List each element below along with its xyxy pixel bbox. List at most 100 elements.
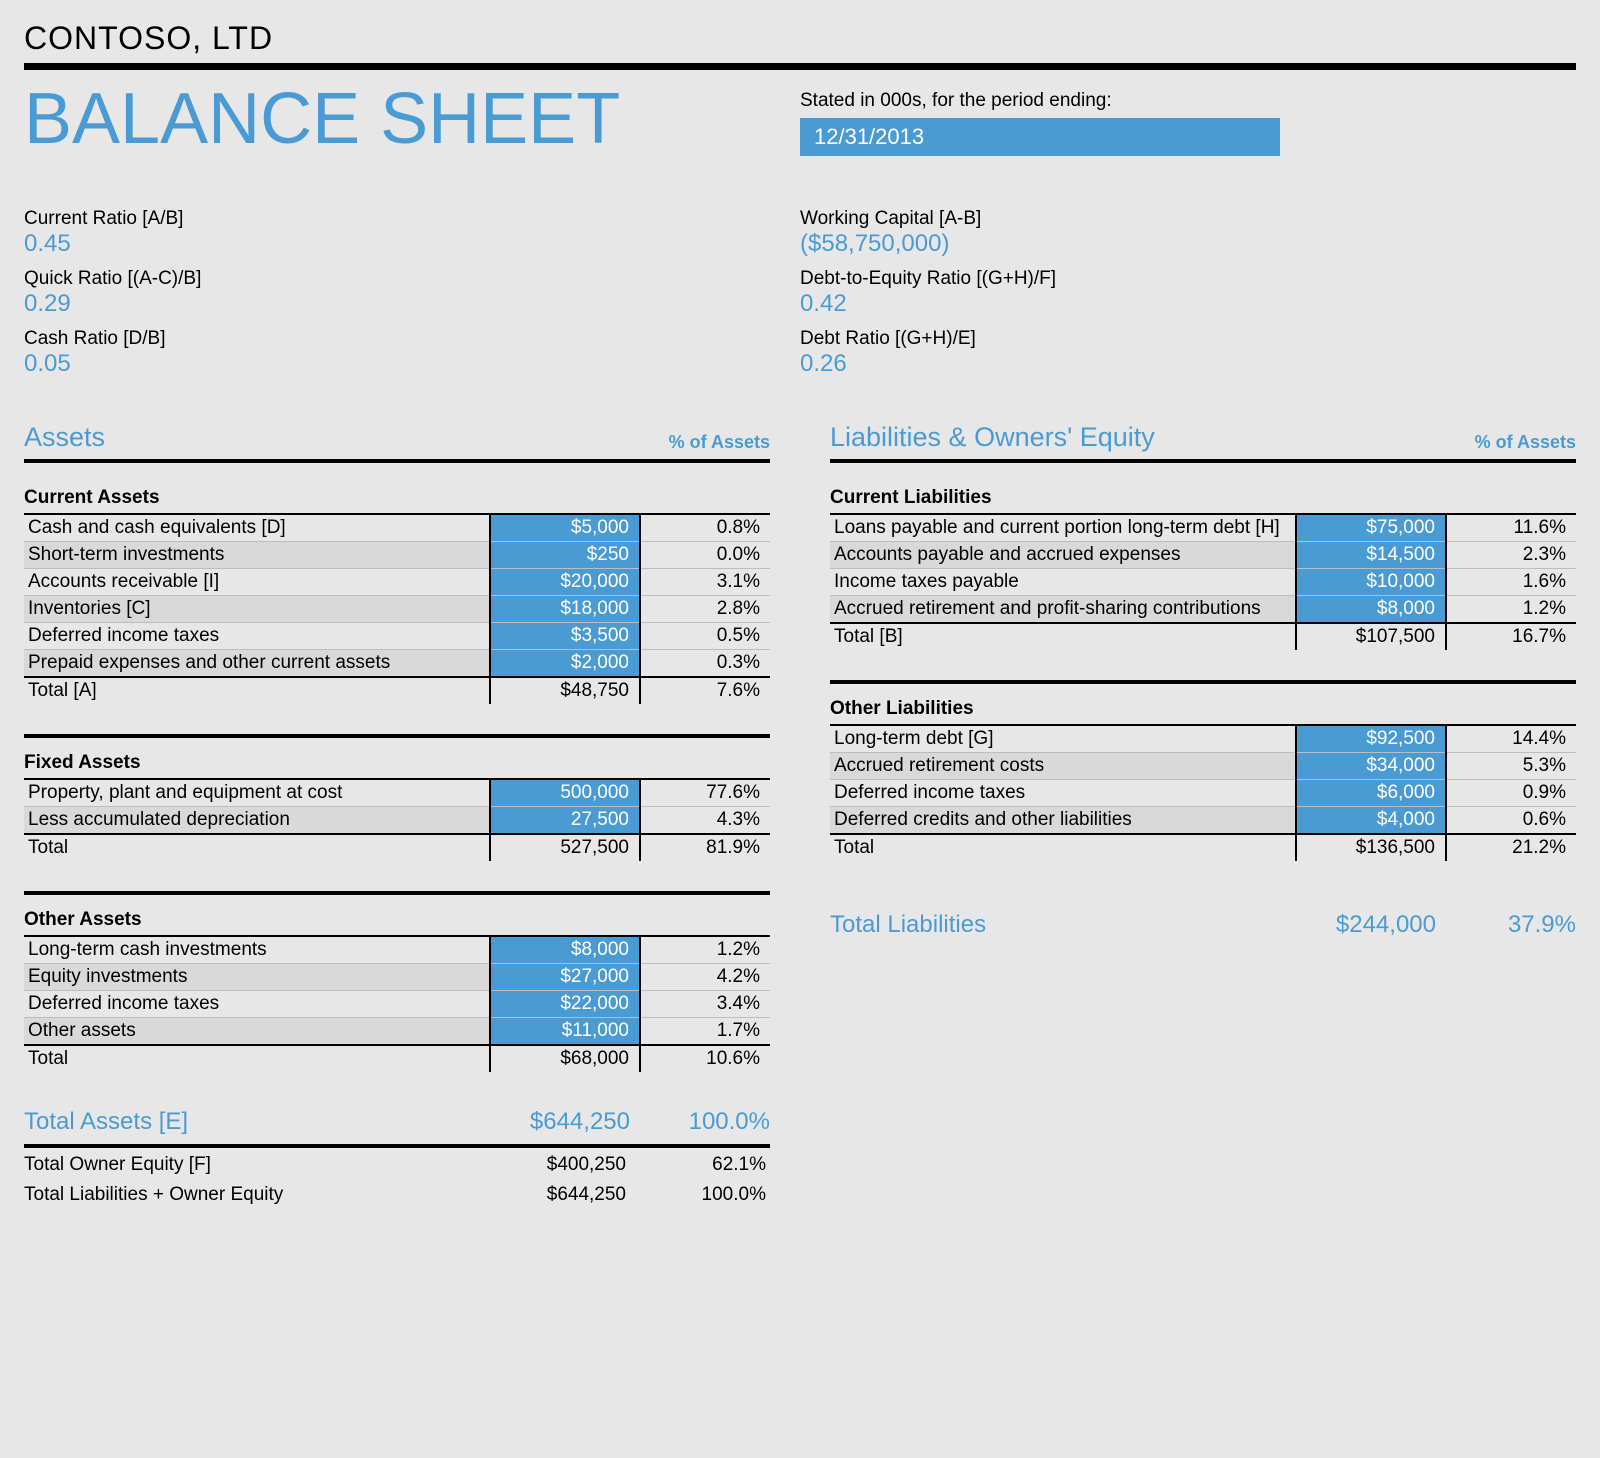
row-label: Short-term investments bbox=[24, 541, 490, 568]
group-title: Fixed Assets bbox=[24, 746, 770, 779]
row-percent: 0.6% bbox=[1446, 806, 1576, 834]
row-amount[interactable]: $27,000 bbox=[490, 963, 640, 990]
table-row: Less accumulated depreciation27,5004.3% bbox=[24, 806, 770, 834]
ratio-value: 0.29 bbox=[24, 290, 800, 318]
row-amount[interactable]: $2,000 bbox=[490, 649, 640, 677]
row-percent: 14.4% bbox=[1446, 725, 1576, 753]
pct-of-assets-label: % of Assets bbox=[1475, 432, 1576, 453]
row-label: Prepaid expenses and other current asset… bbox=[24, 649, 490, 677]
row-percent: 1.6% bbox=[1446, 568, 1576, 595]
ratio-block: Debt Ratio [(G+H)/E]0.26 bbox=[800, 328, 1576, 378]
row-amount[interactable]: $10,000 bbox=[1296, 568, 1446, 595]
row-label: Other assets bbox=[24, 1017, 490, 1045]
row-percent: 0.0% bbox=[640, 541, 770, 568]
row-amount[interactable]: $92,500 bbox=[1296, 725, 1446, 753]
row-amount[interactable]: $5,000 bbox=[490, 514, 640, 542]
row-amount[interactable]: 27,500 bbox=[490, 806, 640, 834]
table-row: Cash and cash equivalents [D]$5,0000.8% bbox=[24, 514, 770, 542]
row-percent: 0.9% bbox=[1446, 779, 1576, 806]
row-percent: 1.2% bbox=[640, 936, 770, 964]
table-row: Short-term investments$2500.0% bbox=[24, 541, 770, 568]
ratio-label: Quick Ratio [(A-C)/B] bbox=[24, 268, 800, 290]
total-assets-amount: $644,250 bbox=[410, 1108, 630, 1136]
group-title: Current Assets bbox=[24, 481, 770, 514]
row-label: Less accumulated depreciation bbox=[24, 806, 490, 834]
row-percent: 3.4% bbox=[640, 990, 770, 1017]
row-label: Accrued retirement and profit-sharing co… bbox=[830, 595, 1296, 623]
row-percent: 4.2% bbox=[640, 963, 770, 990]
table-row: Loans payable and current portion long-t… bbox=[830, 514, 1576, 542]
row-percent: 0.5% bbox=[640, 622, 770, 649]
table-row: Income taxes payable$10,0001.6% bbox=[830, 568, 1576, 595]
section-divider bbox=[24, 891, 770, 895]
total-label: Total [A] bbox=[24, 677, 490, 704]
group-table: Fixed AssetsProperty, plant and equipmen… bbox=[24, 746, 770, 861]
row-label: Long-term cash investments bbox=[24, 936, 490, 964]
table-row: Long-term cash investments$8,0001.2% bbox=[24, 936, 770, 964]
group-total-row: Total [A]$48,7507.6% bbox=[24, 677, 770, 704]
ratio-value: 0.42 bbox=[800, 290, 1576, 318]
group-table: Current LiabilitiesLoans payable and cur… bbox=[830, 481, 1576, 650]
row-amount[interactable]: $14,500 bbox=[1296, 541, 1446, 568]
row-label: Accrued retirement costs bbox=[830, 752, 1296, 779]
total-label: Total bbox=[24, 834, 490, 861]
total-liabilities-label: Total Liabilities bbox=[830, 911, 1216, 939]
page-title: BALANCE SHEET bbox=[24, 82, 800, 158]
table-row: Deferred income taxes$3,5000.5% bbox=[24, 622, 770, 649]
group-total-row: Total$136,50021.2% bbox=[830, 834, 1576, 861]
group-total-row: Total$68,00010.6% bbox=[24, 1045, 770, 1072]
total-assets-pct: 100.0% bbox=[630, 1108, 770, 1136]
row-percent: 11.6% bbox=[1446, 514, 1576, 542]
row-amount[interactable]: $75,000 bbox=[1296, 514, 1446, 542]
table-row: Other assets$11,0001.7% bbox=[24, 1017, 770, 1045]
period-label: Stated in 000s, for the period ending: bbox=[800, 90, 1576, 112]
group-table: Current AssetsCash and cash equivalents … bbox=[24, 481, 770, 704]
row-amount[interactable]: $8,000 bbox=[490, 936, 640, 964]
ratio-label: Debt-to-Equity Ratio [(G+H)/F] bbox=[800, 268, 1576, 290]
ratio-block: Quick Ratio [(A-C)/B]0.29 bbox=[24, 268, 800, 318]
group-title: Current Liabilities bbox=[830, 481, 1576, 514]
ratio-value: 0.45 bbox=[24, 230, 800, 258]
ratio-value: 0.05 bbox=[24, 350, 800, 378]
row-label: Long-term debt [G] bbox=[830, 725, 1296, 753]
group-total-row: Total [B]$107,50016.7% bbox=[830, 623, 1576, 650]
row-percent: 3.1% bbox=[640, 568, 770, 595]
footer-percent: 62.1% bbox=[626, 1154, 766, 1176]
row-amount[interactable]: $22,000 bbox=[490, 990, 640, 1017]
table-row: Accrued retirement costs$34,0005.3% bbox=[830, 752, 1576, 779]
period-value[interactable]: 12/31/2013 bbox=[800, 118, 1280, 156]
ratio-value: 0.26 bbox=[800, 350, 1576, 378]
row-label: Accounts receivable [I] bbox=[24, 568, 490, 595]
total-label: Total bbox=[24, 1045, 490, 1072]
row-amount[interactable]: $6,000 bbox=[1296, 779, 1446, 806]
total-label: Total bbox=[830, 834, 1296, 861]
row-amount[interactable]: $20,000 bbox=[490, 568, 640, 595]
row-amount[interactable]: $3,500 bbox=[490, 622, 640, 649]
row-amount[interactable]: $11,000 bbox=[490, 1017, 640, 1045]
assets-header: Assets % of Assets bbox=[24, 422, 770, 463]
ratio-block: Cash Ratio [D/B]0.05 bbox=[24, 328, 800, 378]
total-amount: $107,500 bbox=[1296, 623, 1446, 650]
table-row: Accounts payable and accrued expenses$14… bbox=[830, 541, 1576, 568]
row-amount[interactable]: $250 bbox=[490, 541, 640, 568]
total-label: Total [B] bbox=[830, 623, 1296, 650]
row-amount[interactable]: $8,000 bbox=[1296, 595, 1446, 623]
row-amount[interactable]: 500,000 bbox=[490, 779, 640, 807]
liabilities-header: Liabilities & Owners' Equity % of Assets bbox=[830, 422, 1576, 463]
liabilities-title: Liabilities & Owners' Equity bbox=[830, 422, 1475, 453]
ratio-value: ($58,750,000) bbox=[800, 230, 1576, 258]
row-percent: 1.7% bbox=[640, 1017, 770, 1045]
ratio-block: Working Capital [A-B]($58,750,000) bbox=[800, 208, 1576, 258]
assets-title: Assets bbox=[24, 422, 669, 453]
row-label: Equity investments bbox=[24, 963, 490, 990]
row-amount[interactable]: $34,000 bbox=[1296, 752, 1446, 779]
row-percent: 2.3% bbox=[1446, 541, 1576, 568]
ratio-label: Current Ratio [A/B] bbox=[24, 208, 800, 230]
row-percent: 1.2% bbox=[1446, 595, 1576, 623]
row-amount[interactable]: $4,000 bbox=[1296, 806, 1446, 834]
section-divider bbox=[830, 680, 1576, 684]
table-row: Accounts receivable [I]$20,0003.1% bbox=[24, 568, 770, 595]
total-assets-label: Total Assets [E] bbox=[24, 1108, 410, 1136]
row-amount[interactable]: $18,000 bbox=[490, 595, 640, 622]
footer-row: Total Owner Equity [F]$400,25062.1% bbox=[24, 1148, 770, 1178]
